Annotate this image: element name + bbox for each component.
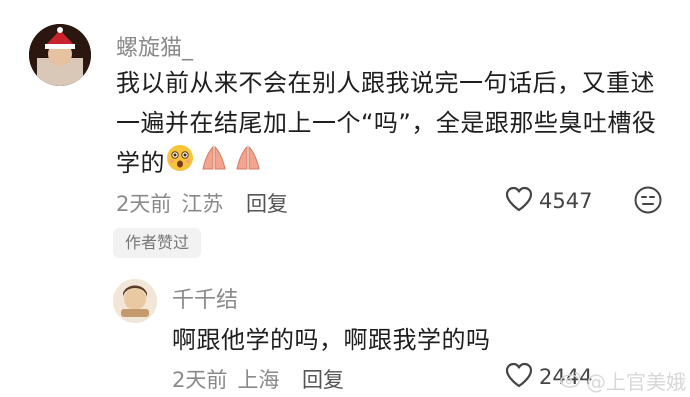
reply-meta: 2天前 上海 (172, 364, 279, 394)
watermark: @上官美娥 (560, 366, 686, 395)
weibo-logo-icon (560, 369, 582, 393)
timestamp: 2天前 (116, 192, 172, 216)
avatar[interactable] (29, 24, 91, 86)
author-liked-badge: 作者赞过 (113, 228, 202, 258)
like-button[interactable]: 4547 (505, 186, 592, 216)
comment-meta: 2天前 江苏 (116, 188, 223, 218)
comment-text-line: 学的 (116, 149, 165, 177)
username[interactable]: 千千结 (172, 282, 238, 314)
surprised-face-emoji (165, 143, 195, 177)
timestamp: 2天前 (172, 368, 228, 392)
reply-button[interactable]: 回复 (302, 364, 344, 394)
heart-icon (505, 362, 533, 392)
praying-hands-emoji (233, 143, 263, 177)
username[interactable]: 螺旋猫_ (116, 30, 193, 62)
praying-hands-emoji (199, 143, 229, 177)
heart-icon (505, 186, 533, 216)
avatar[interactable] (113, 279, 157, 323)
dislike-face-icon[interactable] (633, 185, 663, 219)
reply-text: 啊跟他学的吗，啊跟我学的吗 (172, 326, 491, 354)
location: 江苏 (181, 192, 224, 216)
like-count: 4547 (539, 189, 593, 213)
emoji-group (165, 143, 263, 177)
watermark-text: @上官美娥 (586, 370, 686, 394)
reply-button[interactable]: 回复 (246, 188, 288, 218)
comment-text-line: 我以前从来不会在别人跟我说完一句话后，又重述 (116, 69, 655, 97)
comment-text-line: 一遍并在结尾加上一个“吗”，全是跟那些臭吐槽役 (116, 109, 657, 137)
location: 上海 (237, 368, 280, 392)
